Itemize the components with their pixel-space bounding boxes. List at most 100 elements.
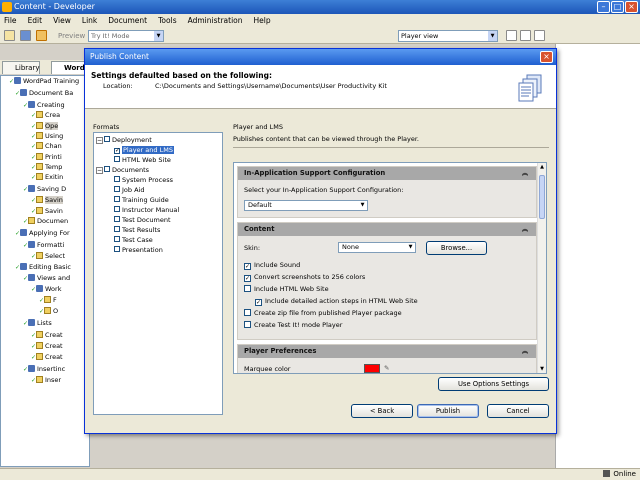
tree-item[interactable]: ✓ F: [39, 295, 57, 305]
scroll-thumb[interactable]: [539, 175, 545, 219]
menu-view[interactable]: View: [53, 14, 71, 28]
format-checkbox[interactable]: [104, 136, 110, 142]
tree-item[interactable]: ✓ Ope: [31, 121, 59, 131]
tree-item[interactable]: ✓ Printi: [31, 152, 62, 162]
layout-icon[interactable]: [506, 30, 517, 41]
tree-item[interactable]: ✓ Chan: [31, 141, 62, 151]
format-item[interactable]: Test Case: [114, 235, 153, 245]
tree-item[interactable]: ✓ Exitin: [31, 172, 63, 182]
layout-icon[interactable]: [534, 30, 545, 41]
format-checkbox[interactable]: [114, 186, 120, 192]
format-group[interactable]: − Deployment: [96, 135, 152, 145]
close-window-button[interactable]: ×: [625, 1, 638, 13]
collapse-icon[interactable]: −: [96, 167, 103, 174]
tree-item[interactable]: ✓ Document Ba: [15, 88, 73, 98]
test-it-player-checkbox[interactable]: Create Test It! mode Player: [244, 321, 342, 330]
create-zip-checkbox[interactable]: Create zip file from published Player pa…: [244, 309, 402, 318]
collapse-icon[interactable]: ︽: [522, 223, 528, 236]
format-item[interactable]: System Process: [114, 175, 173, 185]
format-item[interactable]: Job Aid: [114, 185, 144, 195]
collapse-icon[interactable]: ︽: [522, 345, 528, 358]
format-checkbox[interactable]: [114, 246, 120, 252]
format-checkbox[interactable]: [114, 236, 120, 242]
use-options-button[interactable]: Use Options Settings: [438, 377, 549, 391]
format-checkbox[interactable]: [114, 216, 120, 222]
tree-item[interactable]: ✓ Savin: [31, 195, 63, 205]
format-item[interactable]: HTML Web Site: [114, 155, 171, 165]
format-item[interactable]: Test Results: [114, 225, 160, 235]
format-checkbox[interactable]: ✓: [114, 148, 120, 154]
menu-help[interactable]: Help: [254, 14, 271, 28]
format-checkbox[interactable]: [114, 176, 120, 182]
minimize-button[interactable]: –: [597, 1, 610, 13]
publish-button[interactable]: Publish: [417, 404, 479, 418]
section-header[interactable]: Content ︽: [238, 223, 536, 236]
tree-item[interactable]: ✓ Temp: [31, 162, 62, 172]
tree-item[interactable]: ✓ Saving D: [23, 184, 66, 194]
tree-item[interactable]: ✓ Creat: [31, 330, 63, 340]
section-header[interactable]: In-Application Support Configuration ︽: [238, 167, 536, 180]
format-item[interactable]: ✓ Player and LMS: [114, 145, 174, 155]
settings-scroll-area[interactable]: In-Application Support Configuration ︽ S…: [233, 162, 547, 374]
preview-label[interactable]: Preview: [58, 30, 85, 42]
layout-icon[interactable]: [520, 30, 531, 41]
menu-link[interactable]: Link: [82, 14, 97, 28]
format-checkbox[interactable]: [114, 226, 120, 232]
scroll-up-icon[interactable]: ▲: [538, 163, 546, 171]
tree-item[interactable]: ✓ Lists: [23, 318, 52, 328]
support-config-select[interactable]: Default ▼: [244, 200, 368, 211]
scroll-down-icon[interactable]: ▼: [538, 365, 546, 373]
marquee-color-swatch[interactable]: [364, 364, 380, 373]
back-button[interactable]: < Back: [351, 404, 413, 418]
format-checkbox[interactable]: [104, 166, 110, 172]
include-sound-checkbox[interactable]: ✓ Include Sound: [244, 261, 300, 270]
tree-item[interactable]: ✓ Inser: [31, 375, 61, 385]
cancel-button[interactable]: Cancel: [487, 404, 549, 418]
tree-item[interactable]: ✓ Creat: [31, 352, 63, 362]
dialog-close-button[interactable]: ×: [540, 51, 553, 63]
skin-select[interactable]: None ▼: [338, 242, 416, 253]
convert-colors-checkbox[interactable]: ✓ Convert screenshots to 256 colors: [244, 273, 365, 282]
tab-library[interactable]: Library: [2, 61, 40, 74]
menu-tools[interactable]: Tools: [158, 14, 176, 28]
collapse-icon[interactable]: ︽: [522, 167, 528, 180]
tree-item[interactable]: ✓ Applying For: [15, 228, 70, 238]
format-item[interactable]: Training Guide: [114, 195, 169, 205]
format-item[interactable]: Instructor Manual: [114, 205, 179, 215]
menu-document[interactable]: Document: [108, 14, 147, 28]
tree-item[interactable]: ✓ Select: [31, 251, 65, 261]
format-checkbox[interactable]: [114, 196, 120, 202]
tree-item[interactable]: ✓ WordPad Training: [9, 76, 79, 86]
mode-select[interactable]: Try It! Mode ▼: [88, 30, 164, 42]
tree-item[interactable]: ✓ Crea: [31, 110, 60, 120]
menu-file[interactable]: File: [4, 14, 17, 28]
save-icon[interactable]: [20, 30, 31, 41]
include-html-checkbox[interactable]: Include HTML Web Site: [244, 285, 329, 294]
collapse-icon[interactable]: −: [96, 137, 103, 144]
section-header[interactable]: Player Preferences ︽: [238, 345, 536, 358]
menu-administration[interactable]: Administration: [188, 14, 243, 28]
menu-edit[interactable]: Edit: [28, 14, 43, 28]
tree-item[interactable]: ✓ Insertinc: [23, 364, 65, 374]
browse-button[interactable]: Browse...: [426, 241, 487, 255]
tree-item[interactable]: ✓ Formatti: [23, 240, 64, 250]
format-group[interactable]: − Documents: [96, 165, 149, 175]
format-item[interactable]: Test Document: [114, 215, 171, 225]
open-folder-icon[interactable]: [4, 30, 15, 41]
tree-item[interactable]: ✓ Work: [31, 284, 61, 294]
publish-icon[interactable]: [36, 30, 47, 41]
tree-item[interactable]: ✓ Views and: [23, 273, 70, 283]
detailed-steps-checkbox[interactable]: ✓ Include detailed action steps in HTML W…: [255, 297, 418, 306]
tree-item[interactable]: ✓ Using: [31, 131, 63, 141]
tree-item[interactable]: ✓ Savin: [31, 206, 63, 216]
scrollbar[interactable]: ▲ ▼: [537, 163, 546, 373]
tree-item[interactable]: ✓ Creat: [31, 341, 63, 351]
format-item[interactable]: Presentation: [114, 245, 163, 255]
maximize-button[interactable]: □: [611, 1, 624, 13]
format-checkbox[interactable]: [114, 156, 120, 162]
format-checkbox[interactable]: [114, 206, 120, 212]
tree-item[interactable]: ✓ Creating: [23, 100, 65, 110]
color-picker-icon[interactable]: ✎: [384, 364, 389, 373]
tree-item[interactable]: ✓ O: [39, 306, 58, 316]
view-select[interactable]: Player view ▼: [398, 30, 498, 42]
